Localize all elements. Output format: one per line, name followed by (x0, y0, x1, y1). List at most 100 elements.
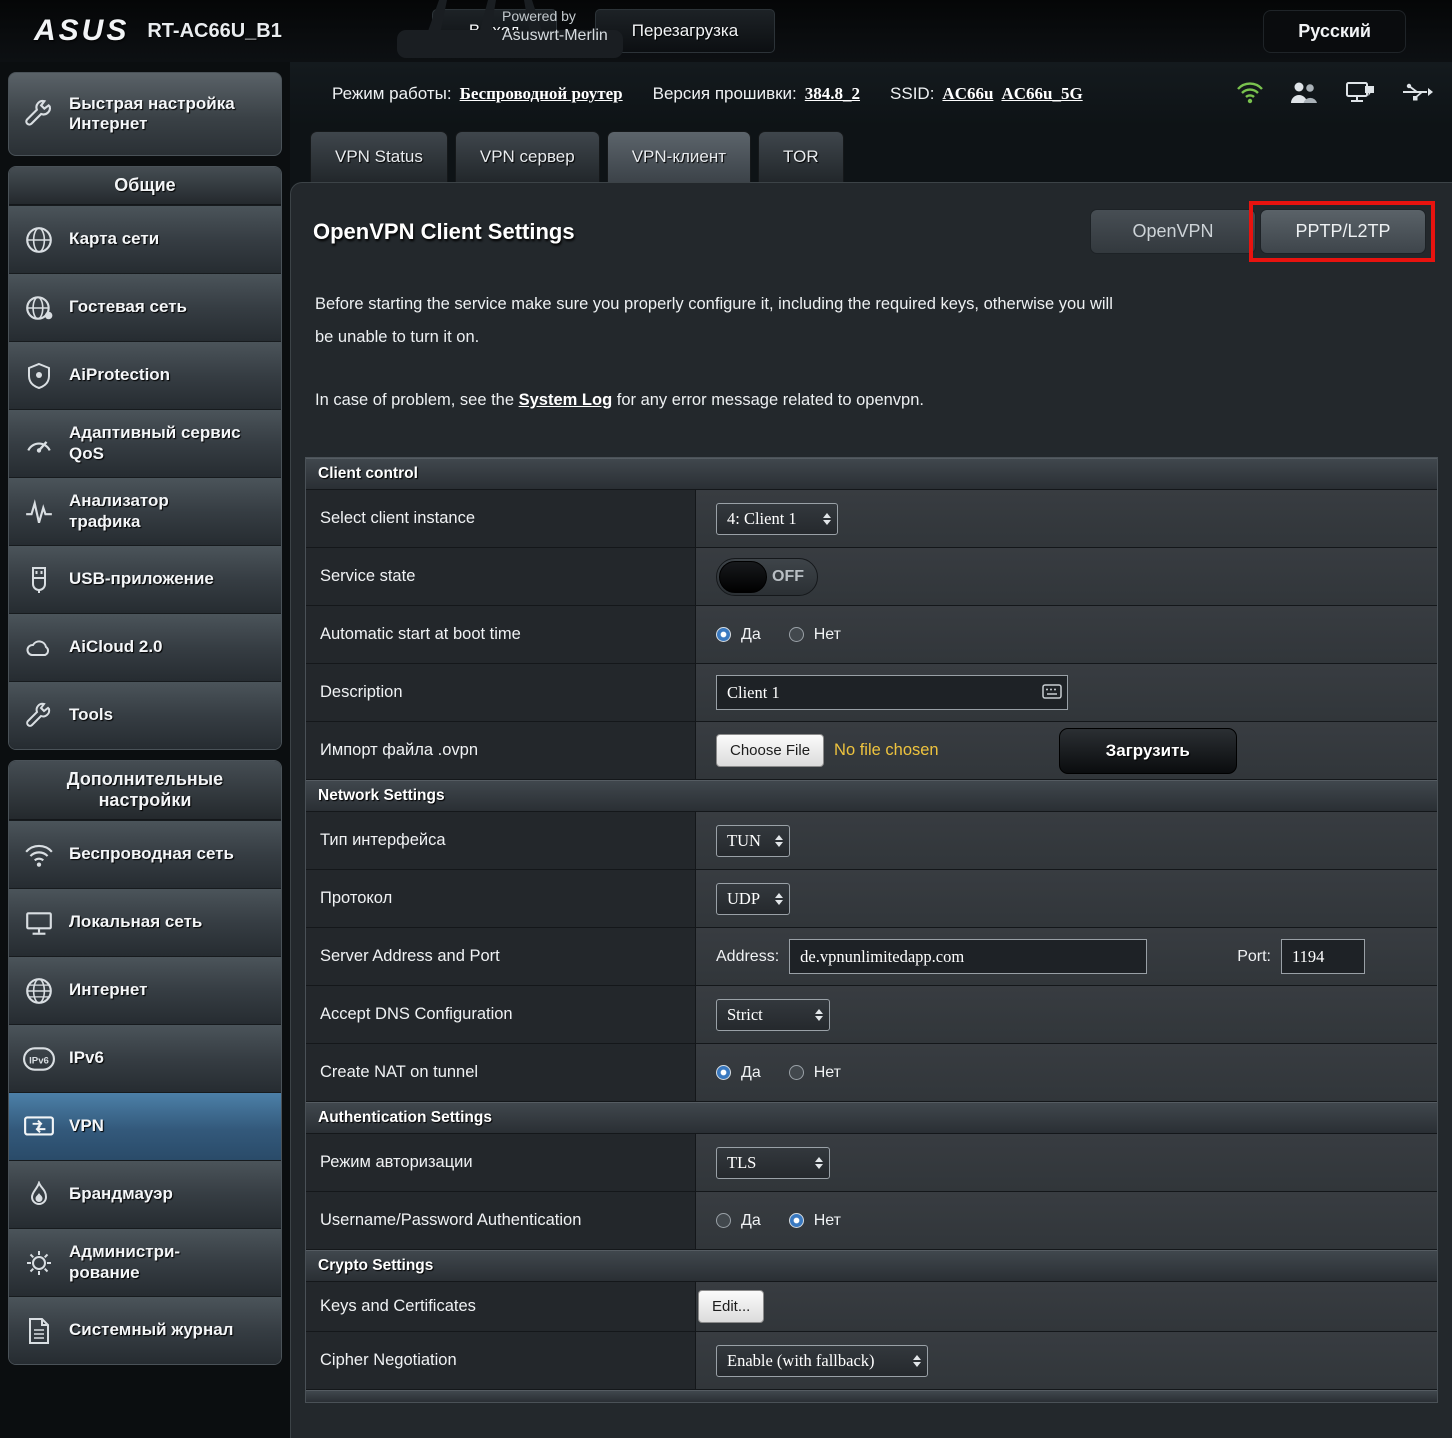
row-label: Select client instance (306, 490, 696, 547)
row-accept-dns: Accept DNS Configuration Strict (306, 986, 1437, 1044)
mode-value-link[interactable]: Беспроводной роутер (460, 84, 623, 104)
radio-label-no: Нет (813, 625, 841, 643)
ssid-label: SSID: (890, 84, 935, 103)
row-interface-type: Тип интерфейса TUN (306, 812, 1437, 870)
system-log-link[interactable]: System Log (519, 391, 613, 409)
tab-tor[interactable]: TOR (758, 131, 844, 182)
nat-yes-radio[interactable] (716, 1065, 731, 1080)
row-label: Протокол (306, 870, 696, 927)
language-selector[interactable]: Русский (1263, 9, 1406, 53)
auth-mode-value: TLS (727, 1152, 757, 1172)
cloud-icon (21, 634, 57, 662)
monitor-icon (21, 908, 57, 938)
powered-by: Powered by Asuswrt-Merlin (502, 8, 608, 46)
page-title: OpenVPN Client Settings (313, 218, 575, 244)
sidebar-item-aiprotection[interactable]: AiProtection (9, 341, 281, 409)
keys-edit-button[interactable]: Edit... (698, 1290, 765, 1323)
autostart-no-radio[interactable] (788, 627, 804, 642)
firmware-value-link[interactable]: 384.8_2 (805, 84, 860, 104)
sidebar-group-advanced: Дополнительные настройки Беспроводная се… (8, 760, 282, 1365)
dns-configuration-select[interactable]: Strict (716, 998, 830, 1031)
input-helper-icon[interactable] (1042, 684, 1062, 704)
sidebar-item-network-map[interactable]: Карта сети (9, 205, 281, 273)
select-arrows-icon (815, 1008, 823, 1021)
row-label: Automatic start at boot time (306, 606, 696, 663)
wifi-status-icon[interactable] (1236, 80, 1264, 109)
gauge-icon (21, 429, 57, 459)
cipher-negotiation-select[interactable]: Enable (with fallback) (716, 1344, 928, 1377)
interface-type-select[interactable]: TUN (716, 824, 790, 857)
row-automatic-start: Automatic start at boot time Да Нет (306, 606, 1437, 664)
svg-text:IPv6: IPv6 (29, 1055, 49, 1066)
userpass-yes-radio[interactable] (716, 1213, 731, 1228)
wifi-icon (21, 842, 57, 868)
autostart-yes-radio[interactable] (716, 627, 731, 642)
sidebar: Быстрая настройка Интернет Общие Карта с… (0, 62, 290, 1438)
upload-button[interactable]: Загрузить (1058, 727, 1237, 774)
radio-label-yes: Да (741, 1063, 761, 1081)
sidebar-item-wan[interactable]: Интернет (9, 956, 281, 1024)
toggle-state-label: OFF (772, 567, 804, 585)
ssid-5g-link[interactable]: AC66u_5G (1001, 84, 1082, 104)
clients-status-icon[interactable] (1288, 79, 1320, 110)
ssid-main-link[interactable]: AC66u (942, 84, 993, 104)
choose-file-button[interactable]: Choose File (716, 734, 825, 767)
row-label: Description (306, 664, 696, 721)
usb-status-icon[interactable] (1400, 81, 1434, 108)
auth-mode-select[interactable]: TLS (716, 1146, 830, 1179)
sidebar-item-ipv6[interactable]: IPv6 IPv6 (9, 1024, 281, 1092)
row-description: Description (306, 664, 1437, 722)
sidebar-group-general: Общие Карта сети Гостевая сеть AiProtect… (8, 166, 282, 750)
cipher-negotiation-value: Enable (with fallback) (727, 1350, 875, 1370)
openvpn-mode-button[interactable]: OpenVPN (1090, 209, 1256, 254)
sidebar-item-usb-application[interactable]: USB-приложение (9, 545, 281, 613)
tab-bar: VPN Status VPN сервер VPN-клиент TOR (290, 126, 1452, 182)
row-label: Импорт файла .ovpn (306, 722, 696, 779)
sidebar-item-guest-network[interactable]: Гостевая сеть (9, 273, 281, 341)
mode-label: Режим работы: (332, 84, 452, 103)
interface-type-value: TUN (727, 830, 761, 850)
intro-text: Before starting the service make sure yo… (315, 288, 1440, 417)
nat-no-radio[interactable] (788, 1065, 804, 1080)
sidebar-item-traffic-analyzer[interactable]: Анализатор трафика (9, 477, 281, 545)
service-state-toggle[interactable]: OFF (716, 557, 818, 596)
sidebar-item-adaptive-qos[interactable]: Адаптивный сервис QoS (9, 409, 281, 477)
sidebar-item-lan[interactable]: Локальная сеть (9, 888, 281, 956)
pptp-l2tp-mode-button[interactable]: PPTP/L2TP (1260, 209, 1426, 254)
sidebar-item-label: Беспроводная сеть (69, 844, 234, 864)
no-file-chosen-text: No file chosen (834, 741, 939, 759)
tab-vpn-server[interactable]: VPN сервер (454, 131, 600, 182)
powered-by-line2: Asuswrt-Merlin (502, 26, 608, 44)
row-keys-certificates: Keys and Certificates Edit... (306, 1282, 1437, 1332)
sidebar-item-tools[interactable]: Tools (9, 681, 281, 749)
section-client-control: Client control (306, 458, 1437, 490)
userpass-no-radio[interactable] (788, 1213, 804, 1228)
sidebar-item-label: AiProtection (69, 365, 171, 385)
row-import-ovpn: Импорт файла .ovpn Choose File No file c… (306, 722, 1437, 780)
tab-vpn-status[interactable]: VPN Status (310, 131, 448, 182)
vpn-icon (21, 1112, 57, 1142)
sidebar-item-aicloud[interactable]: AiCloud 2.0 (9, 613, 281, 681)
sidebar-item-wireless[interactable]: Беспроводная сеть (9, 820, 281, 888)
sidebar-item-firewall[interactable]: Брандмауэр (9, 1160, 281, 1228)
sidebar-item-system-log[interactable]: Системный журнал (9, 1296, 281, 1364)
server-address-input[interactable] (789, 939, 1148, 974)
server-port-input[interactable] (1281, 939, 1365, 974)
sidebar-item-vpn[interactable]: VPN (9, 1092, 281, 1160)
sidebar-item-label: Карта сети (69, 229, 160, 249)
description-input[interactable] (716, 675, 1068, 710)
guest-network-icon (21, 293, 57, 323)
sidebar-item-quick-setup[interactable]: Быстрая настройка Интернет (8, 72, 282, 156)
info-bar: Режим работы: Беспроводной роутер Версия… (290, 62, 1452, 126)
sidebar-item-label: Интернет (69, 980, 148, 1000)
sidebar-item-label: Адаптивный сервис QoS (69, 423, 241, 463)
usb-icon (21, 566, 57, 594)
tab-vpn-client[interactable]: VPN-клиент (606, 131, 752, 182)
shield-icon (21, 362, 57, 390)
client-instance-select[interactable]: 4: Client 1 (716, 502, 838, 535)
row-cipher-negotiation: Cipher Negotiation Enable (with fallback… (306, 1332, 1437, 1390)
remote-monitor-status-icon[interactable] (1344, 79, 1376, 110)
powered-by-line1: Powered by (502, 8, 576, 24)
sidebar-item-administration[interactable]: Администри- рование (9, 1228, 281, 1296)
protocol-select[interactable]: UDP (716, 882, 790, 915)
